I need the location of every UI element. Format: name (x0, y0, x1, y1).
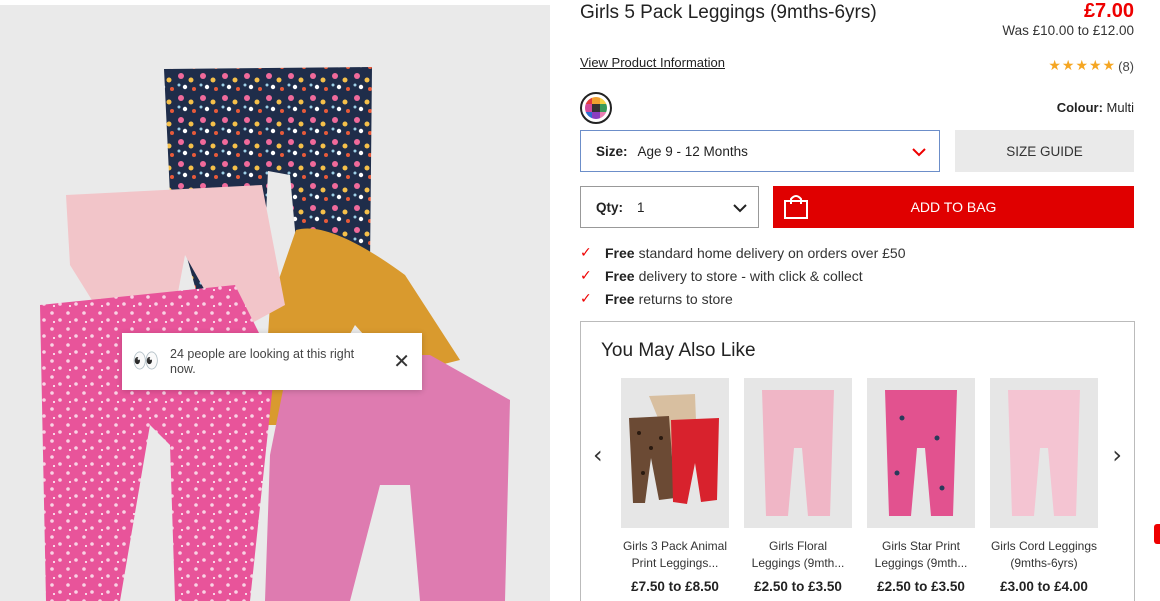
was-price: Was £10.00 to £12.00 (1002, 23, 1134, 38)
product-thumbnail[interactable] (867, 378, 975, 528)
size-dropdown[interactable]: Size: Age 9 - 12 Months (580, 130, 940, 172)
product-rating[interactable]: ★★★★★ (8) (1048, 58, 1134, 74)
close-icon[interactable]: ✕ (393, 351, 410, 371)
carousel-prev-icon[interactable]: ‹ (593, 443, 603, 467)
chevron-down-icon (733, 204, 747, 213)
product-thumbnail[interactable] (990, 378, 1098, 528)
delivery-free-label: Free (605, 244, 635, 261)
size-value: Age 9 - 12 Months (637, 143, 748, 159)
product-card-price: £2.50 to £3.50 (877, 579, 965, 594)
product-card[interactable]: Girls 3 Pack Animal Print Leggings... £7… (621, 378, 729, 594)
eyes-icon: 👀 (132, 349, 160, 374)
delivery-text: standard home delivery on orders over £5… (638, 244, 906, 261)
product-card-price: £2.50 to £3.50 (754, 579, 842, 594)
delivery-item: ✓ Free standard home delivery on orders … (580, 241, 906, 264)
quantity-dropdown[interactable]: Qty: 1 (580, 186, 759, 228)
qty-value: 1 (637, 199, 645, 215)
delivery-free-label: Free (605, 290, 635, 307)
chevron-down-icon (912, 148, 926, 157)
product-card[interactable]: Girls Floral Leggings (9mth... £2.50 to … (744, 378, 852, 594)
qty-label: Qty: (596, 199, 623, 215)
product-card[interactable]: Girls Star Print Leggings (9mth... £2.50… (867, 378, 975, 594)
recommendations-panel: You May Also Like ‹ › Girls 3 Pack Anima… (580, 321, 1135, 601)
viewers-toast: 👀 24 people are looking at this right no… (122, 333, 422, 390)
size-label: Size: (596, 143, 628, 159)
product-card-name[interactable]: Girls 3 Pack Animal Print Leggings... (621, 538, 729, 572)
edge-tab[interactable] (1154, 524, 1160, 544)
colour-value: Multi (1106, 100, 1134, 115)
star-rating-icon: ★★★★★ (1048, 58, 1117, 74)
leggings-illustration (40, 67, 510, 601)
check-icon: ✓ (580, 267, 592, 284)
check-icon: ✓ (580, 290, 592, 307)
add-to-bag-label: ADD TO BAG (910, 199, 997, 215)
product-image[interactable]: 👀 24 people are looking at this right no… (0, 5, 550, 601)
product-thumbnail[interactable] (621, 378, 729, 528)
floral-leggings-thumbnail (762, 390, 834, 516)
shopping-bag-icon (784, 195, 808, 219)
product-card[interactable]: Girls Cord Leggings (9mths-6yrs) £3.00 t… (990, 378, 1098, 594)
product-card-name[interactable]: Girls Star Print Leggings (9mth... (867, 538, 975, 572)
viewers-message: 24 people are looking at this right now. (170, 346, 355, 376)
star-leggings-thumbnail (885, 390, 957, 516)
product-thumbnail[interactable] (744, 378, 852, 528)
colour-label: Colour: (1056, 100, 1103, 115)
delivery-info: ✓ Free standard home delivery on orders … (580, 241, 906, 310)
product-card-price: £3.00 to £4.00 (1000, 579, 1088, 594)
product-card-name[interactable]: Girls Cord Leggings (9mths-6yrs) (990, 538, 1098, 572)
multi-colour-icon (585, 97, 607, 119)
cord-leggings-thumbnail (1008, 390, 1080, 516)
delivery-text: delivery to store - with click & collect (638, 267, 863, 284)
carousel-next-icon[interactable]: › (1112, 443, 1122, 467)
delivery-free-label: Free (605, 267, 635, 284)
recommendation-carousel: Girls 3 Pack Animal Print Leggings... £7… (621, 378, 1113, 594)
delivery-item: ✓ Free delivery to store - with click & … (580, 264, 906, 287)
product-card-price: £7.50 to £8.50 (631, 579, 719, 594)
delivery-item: ✓ Free returns to store (580, 287, 906, 310)
animal-leggings-thumbnail (629, 394, 719, 504)
product-title: Girls 5 Pack Leggings (9mths-6yrs) (580, 2, 877, 23)
size-guide-button[interactable]: SIZE GUIDE (955, 130, 1134, 172)
add-to-bag-button[interactable]: ADD TO BAG (773, 186, 1134, 228)
colour-info: Colour: Multi (1057, 100, 1134, 115)
view-product-info-link[interactable]: View Product Information (580, 55, 725, 70)
product-price: £7.00 (1083, 0, 1134, 22)
product-card-name[interactable]: Girls Floral Leggings (9mth... (744, 538, 852, 572)
recommendations-heading: You May Also Like (601, 340, 756, 361)
delivery-text: returns to store (638, 290, 733, 307)
rating-count: (8) (1118, 58, 1134, 74)
check-icon: ✓ (580, 244, 592, 261)
colour-swatch[interactable] (580, 92, 612, 124)
